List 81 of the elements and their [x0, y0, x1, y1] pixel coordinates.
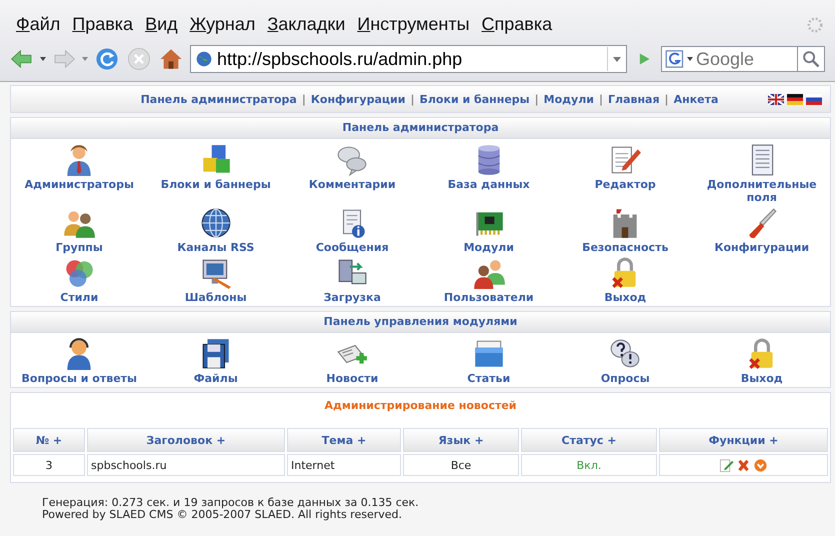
panel-link[interactable]: Новости — [326, 372, 378, 385]
edit-icon[interactable] — [719, 458, 734, 472]
russian-flag-icon[interactable] — [806, 94, 822, 104]
address-bar[interactable]: http://spbschools.ru/admin.php — [190, 45, 627, 73]
delete-icon[interactable] — [736, 458, 751, 472]
panel-link[interactable]: Сообщения — [316, 241, 389, 254]
panel-link[interactable]: Опросы — [600, 372, 650, 385]
separator: | — [302, 92, 306, 106]
separator: | — [598, 92, 603, 106]
table-cell: Internet — [287, 454, 401, 476]
column-header[interactable]: Заголовок + — [87, 428, 285, 452]
nav-link[interactable]: Конфигурации — [310, 92, 406, 106]
menu-item[interactable]: Журнал — [184, 12, 262, 37]
panel-link[interactable]: Шаблоны — [184, 291, 247, 304]
panel-link[interactable]: Стили — [60, 291, 98, 304]
footer-text: Powered by SLAED CMS © 2005-2007 SLAED. All rights reserved. — [42, 509, 403, 521]
table-cell: spbschools.ru — [87, 454, 285, 476]
panel-link[interactable]: Блоки и баннеры — [160, 178, 271, 191]
back-button[interactable] — [10, 47, 34, 71]
column-header[interactable]: № + — [13, 428, 85, 452]
nav-link[interactable]: Анкета — [674, 92, 718, 106]
menu-item[interactable]: Закладки — [261, 12, 352, 37]
panel-title: Панель администратора — [342, 121, 499, 134]
menu-item[interactable]: Справка — [476, 12, 558, 37]
column-header[interactable]: Тема + — [287, 428, 401, 452]
panel-link[interactable]: Вопросы и ответы — [22, 372, 137, 385]
panel-link[interactable]: Группы — [56, 241, 103, 254]
search-field[interactable]: Google — [693, 46, 797, 72]
panel-link[interactable]: Файлы — [194, 372, 238, 385]
globe-icon[interactable] — [198, 206, 233, 240]
panel-link[interactable]: Пользователи — [444, 291, 534, 304]
forward-arrow-icon — [52, 47, 76, 71]
section-title: Администрирование новостей — [324, 398, 517, 414]
panel-link[interactable]: Конфигурации — [714, 241, 810, 254]
panel-link[interactable]: Безопасность — [582, 241, 668, 254]
dropdown-caret-icon[interactable] — [40, 57, 46, 61]
throbber-icon — [805, 14, 825, 34]
reload-button[interactable] — [94, 46, 120, 72]
dropdown-caret-icon — [613, 56, 621, 62]
column-header[interactable]: Функции + — [659, 428, 828, 452]
panel-link[interactable]: Комментарии — [308, 178, 396, 191]
panel-link[interactable]: Выход — [740, 372, 783, 385]
nav-link[interactable]: Главная — [608, 92, 660, 106]
search-engine-icon — [665, 49, 685, 69]
union-jack-flag-icon[interactable] — [768, 94, 784, 104]
stop-icon — [126, 46, 152, 72]
table-cell: 3 — [13, 454, 85, 476]
menu-item[interactable]: Вид — [139, 12, 184, 37]
table-cell: Все — [403, 454, 519, 476]
panel-link[interactable]: Модули — [464, 241, 514, 254]
panel-link[interactable]: Дополнительные поля — [702, 178, 822, 204]
reload-icon — [94, 46, 120, 72]
search-button[interactable] — [797, 46, 825, 72]
search-icon — [801, 49, 821, 69]
nav-link[interactable]: Блоки и баннеры — [419, 92, 530, 106]
german-flag-icon[interactable] — [787, 94, 803, 104]
nav-link[interactable]: Модули — [544, 92, 594, 106]
separator: | — [534, 92, 539, 106]
separator: | — [664, 92, 669, 106]
panel-link[interactable]: Администраторы — [24, 178, 134, 191]
menu-item[interactable]: Правка — [66, 12, 140, 37]
search-engine-button[interactable] — [661, 46, 693, 72]
back-arrow-icon — [10, 47, 34, 71]
menu-item[interactable]: Файл — [10, 12, 66, 37]
footer-text: Генерация: 0.273 сек. и 19 запросов к базе данных за 0.135 сек. — [42, 497, 420, 509]
separator: | — [410, 92, 414, 106]
globe-icon — [195, 50, 213, 68]
nav-link[interactable]: Панель администратора — [140, 92, 297, 106]
panel-title: Панель управления модулями — [324, 315, 518, 328]
panel-link[interactable]: Выход — [604, 291, 646, 304]
column-header[interactable]: Статус + — [521, 428, 657, 452]
panel-link[interactable]: Каналы RSS — [177, 241, 254, 254]
status-cell: Вкл. — [521, 454, 657, 476]
panel-link[interactable]: Редактор — [594, 178, 656, 191]
panel-link[interactable]: База данных — [448, 178, 530, 191]
url-text: http://spbschools.ru/admin.php — [217, 48, 464, 70]
column-header[interactable]: Язык + — [403, 428, 519, 452]
menu-item[interactable]: Инструменты — [351, 12, 476, 37]
panel-link[interactable]: Статьи — [467, 372, 510, 385]
dropdown-caret-icon — [687, 57, 693, 61]
panel-link[interactable]: Загрузка — [324, 291, 381, 304]
